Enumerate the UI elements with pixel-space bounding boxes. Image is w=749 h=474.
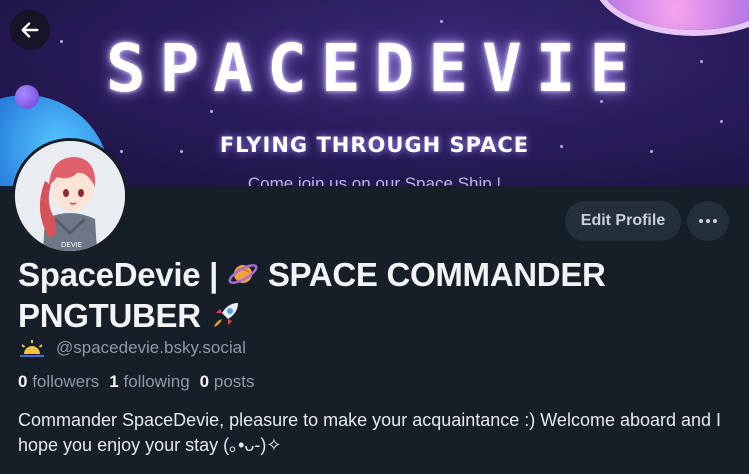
followers-count: 0 [18,372,28,391]
star-decoration [440,20,443,23]
following-label: following [123,372,190,391]
avatar-label: DEVIE [61,241,82,249]
star-decoration [210,110,213,113]
edit-profile-button[interactable]: Edit Profile [565,201,681,241]
posts-count: 0 [199,372,210,391]
avatar-illustration: DEVIE [15,141,125,251]
profile-stats: 0 followers 1 following 0 posts [18,372,255,392]
sunrise-icon [20,340,44,357]
more-options-button[interactable] [687,201,729,241]
more-dots-icon [699,219,717,223]
followers-stat[interactable]: 0 followers [18,372,99,392]
posts-stat: 0 posts [200,372,255,392]
star-decoration [720,120,723,123]
handle-row: @spacedevie.bsky.social [18,338,246,358]
profile-bio: Commander SpaceDevie, pleasure to make y… [18,410,722,455]
followers-label: followers [32,372,100,391]
display-name-part: SpaceDevie | [18,256,227,293]
avatar[interactable]: DEVIE [12,138,128,254]
planet-emoji-icon [227,258,259,297]
display-name: SpaceDevie | SPACE COMMANDER PNGTUBER [18,256,738,338]
rocket-emoji-icon [210,299,242,338]
planet-decoration [599,0,749,30]
back-arrow-icon [21,22,39,38]
back-button[interactable] [10,10,50,50]
profile-handle[interactable]: @spacedevie.bsky.social [56,338,246,358]
following-count: 1 [109,372,119,391]
posts-label: posts [213,372,255,391]
following-stat[interactable]: 1 following [109,372,189,392]
banner-subtitle: FLYING THROUGH SPACE [219,133,530,157]
banner-title: SPACEDEVIE [105,30,644,107]
